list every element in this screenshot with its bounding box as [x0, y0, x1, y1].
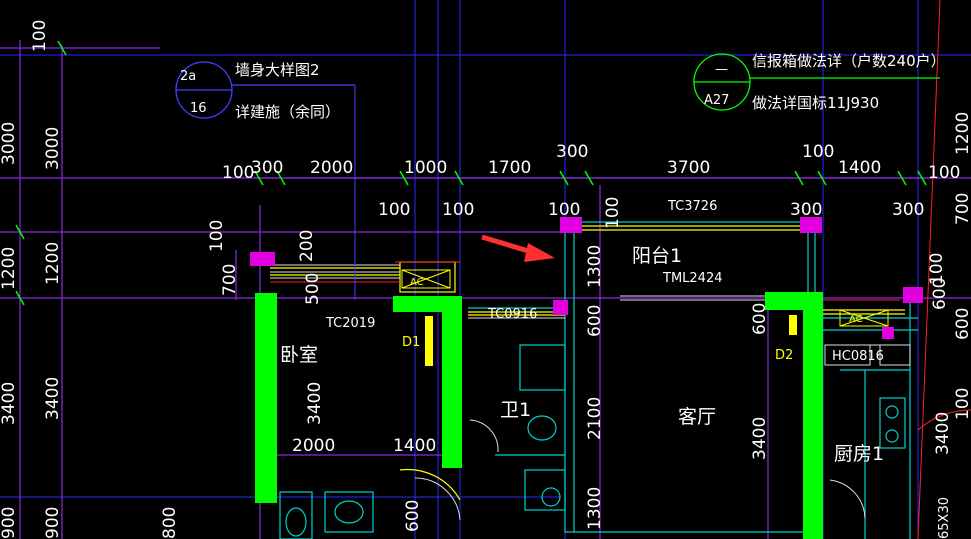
- dim-label: 1400: [838, 158, 881, 178]
- dim-label: 1000: [404, 158, 447, 178]
- door-tag: D2: [775, 348, 793, 363]
- floor-plan-drawing: 2a 16 墙身大样图2 详建施（余同） — A27 信报箱做法详（户数240户…: [0, 0, 971, 539]
- dim-vertical: 500: [303, 273, 323, 305]
- dim-vertical: 200: [297, 230, 317, 262]
- dim-vertical: 3400: [933, 412, 953, 455]
- red-note: 65X30: [937, 497, 952, 539]
- window-tag: TC3726: [667, 199, 717, 214]
- dim-vertical: 900: [43, 507, 63, 539]
- dim-vertical: 100: [603, 197, 623, 229]
- dim-vertical: 3400: [305, 382, 325, 425]
- cad-canvas[interactable]: 2a 16 墙身大样图2 详建施（余同） — A27 信报箱做法详（户数240户…: [0, 0, 971, 539]
- dim-label: 300: [790, 200, 822, 220]
- detail2-ref-top: —: [715, 62, 728, 77]
- room-label-balcony: 阳台1: [632, 245, 682, 267]
- dim-vertical: 3400: [0, 382, 19, 425]
- dim-label: 100: [928, 163, 960, 183]
- room-label-living: 客厅: [678, 406, 716, 428]
- dim-vertical: 600: [585, 305, 605, 337]
- dim-vertical: 100: [953, 388, 971, 420]
- dim-label: 300: [251, 158, 283, 178]
- dim-vertical: 800: [160, 507, 180, 539]
- detail-ref-top: 2a: [180, 69, 196, 84]
- dim-label: 300: [892, 200, 924, 220]
- dim-vertical: 1300: [585, 245, 605, 288]
- door-blocks: [425, 315, 797, 366]
- annotation-arrow: [481, 234, 555, 262]
- detail-ref-bottom: 16: [190, 101, 207, 116]
- dim-vertical: 600: [750, 303, 770, 335]
- detail-note-1: 详建施（余同）: [235, 103, 340, 121]
- dim-label: 1700: [488, 158, 531, 178]
- dim-vertical: 700: [220, 264, 240, 296]
- room-label-bedroom: 卧室: [280, 344, 318, 366]
- window-tag: HC0816: [832, 349, 884, 364]
- dim-vertical: 700: [953, 193, 971, 225]
- dim-vertical: 2100: [585, 397, 605, 440]
- dim-vertical: 1200: [953, 112, 971, 155]
- detail-title-2: 信报箱做法详（户数240户）: [752, 52, 946, 70]
- room-label-kitchen: 厨房1: [834, 443, 884, 465]
- ac-tag: AC: [410, 277, 424, 288]
- dim-vertical: 600: [930, 278, 950, 310]
- dim-vertical: 1300: [585, 487, 605, 530]
- dim-label: 100: [802, 142, 834, 162]
- detail-title-1: 墙身大样图2: [235, 61, 320, 79]
- dim-label: 100: [442, 200, 474, 220]
- dim-label: 2000: [292, 436, 335, 456]
- window-tag: TC0916: [487, 307, 537, 322]
- dim-label: 1400: [393, 436, 436, 456]
- dim-label: 2000: [310, 158, 353, 178]
- dim-vertical: 600: [953, 308, 971, 340]
- dim-label: 100: [378, 200, 410, 220]
- dim-vertical: 3000: [0, 122, 19, 165]
- detail2-ref-bottom: A27: [704, 93, 729, 108]
- dim-label: 100: [548, 200, 580, 220]
- door-tag: TML2424: [662, 271, 722, 286]
- detail-note-2: 做法详国标11J930: [752, 94, 879, 112]
- dim-vertical: 100: [207, 220, 227, 252]
- window-tag: TC2019: [325, 316, 375, 331]
- dim-vertical: 100: [30, 20, 50, 52]
- dim-vertical: 1200: [0, 247, 19, 290]
- grid-lines: [0, 0, 971, 539]
- axis-lines: [0, 40, 971, 539]
- dim-label: 100: [222, 163, 254, 183]
- dim-vertical: 3400: [750, 417, 770, 460]
- dim-label: 3700: [667, 158, 710, 178]
- dim-vertical: 3400: [43, 377, 63, 420]
- dim-vertical: 900: [0, 507, 19, 539]
- door-tag: D1: [402, 335, 420, 350]
- ac-tag: AC: [849, 314, 863, 325]
- room-label-bathroom: 卫1: [500, 399, 531, 421]
- dim-vertical: 1200: [43, 242, 63, 285]
- dim-vertical: 3000: [43, 127, 63, 170]
- dim-label: 300: [556, 142, 588, 162]
- dimension-ticks: [15, 40, 927, 306]
- dim-vertical: 600: [403, 500, 423, 532]
